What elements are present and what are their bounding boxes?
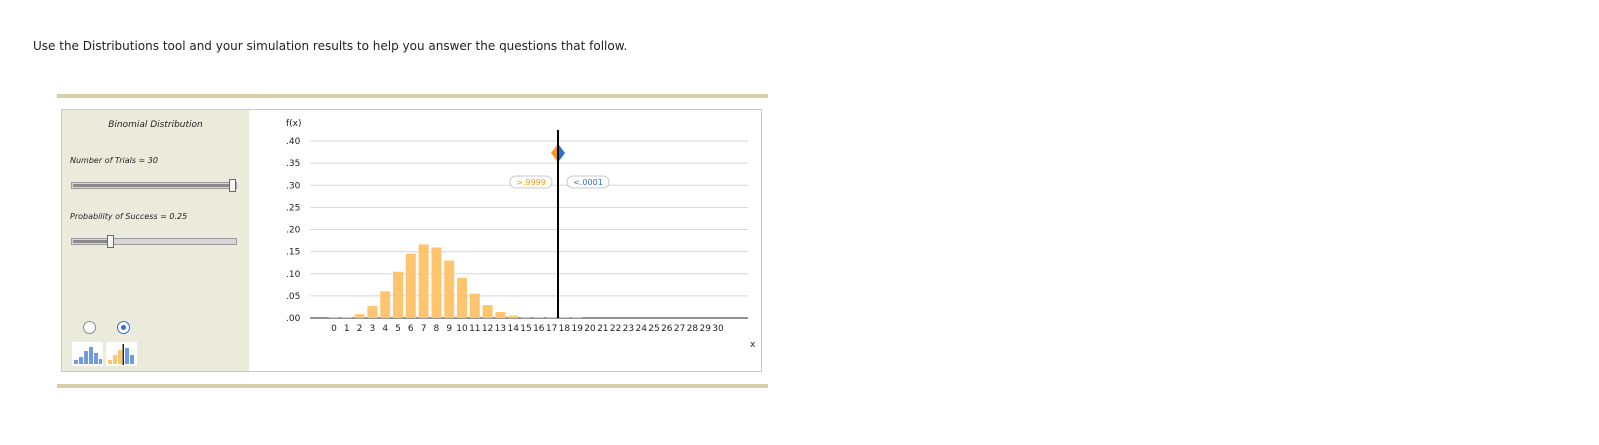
- chart-grid: .40 .35 .30 .25 .20 .15 .10 .05 .00: [286, 137, 748, 324]
- x-axis-ticks: 0 1 2 3 4 5 6 7 8 9 10 11 12 13 14 15 16 17 18 19 20 21 22 23 24…: [331, 324, 724, 334]
- x-tick-label: 29: [699, 324, 711, 334]
- right-area-label: <.0001: [573, 178, 603, 187]
- distributions-tool: Binomial Distribution Number of Trials =…: [61, 109, 762, 372]
- bar-x-4: [380, 291, 391, 318]
- y-axis-label: f(x): [286, 119, 302, 129]
- y-tick-label: .40: [286, 137, 301, 147]
- bar-x-6: [405, 253, 416, 318]
- bar-x-3: [367, 306, 378, 318]
- x-tick-label: 19: [571, 324, 583, 334]
- x-tick-label: 0: [331, 324, 337, 334]
- y-tick-label: .10: [286, 270, 301, 280]
- x-tick-label: 25: [648, 324, 659, 334]
- x-tick-label: 14: [507, 324, 519, 334]
- x-tick-label: 5: [395, 324, 401, 334]
- chart-bars: [329, 244, 583, 318]
- x-tick-label: 30: [712, 324, 724, 334]
- x-tick-label: 26: [661, 324, 673, 334]
- x-tick-label: 1: [344, 324, 350, 334]
- y-tick-label: .15: [286, 248, 300, 258]
- left-area-label: >.9999: [516, 178, 546, 187]
- x-tick-label: 6: [408, 324, 414, 334]
- bar-x-14: [508, 315, 519, 318]
- y-tick-label: .20: [286, 226, 301, 236]
- instruction-text: Use the Distributions tool and your simu…: [33, 39, 628, 53]
- y-tick-label: .25: [286, 203, 300, 213]
- x-tick-label: 12: [482, 324, 493, 334]
- bar-x-2: [354, 314, 365, 318]
- bottom-divider: [57, 384, 768, 388]
- x-tick-label: 22: [610, 324, 621, 334]
- y-tick-label: .05: [286, 292, 300, 302]
- page: Use the Distributions tool and your simu…: [0, 0, 1599, 445]
- bar-x-11: [469, 293, 480, 318]
- binomial-chart: .40.35.30.25.20.15.10.05.00 0 1 2 3 4 5 6 7 8 9 10…: [286, 119, 756, 350]
- x-tick-label: 13: [495, 324, 506, 334]
- x-tick-label: 24: [635, 324, 647, 334]
- bar-x-12: [482, 305, 493, 318]
- cutoff-right-handle[interactable]: [559, 145, 565, 161]
- x-tick-label: 20: [584, 324, 596, 334]
- bar-x-9: [444, 260, 455, 318]
- bar-x-10: [457, 277, 467, 318]
- bar-x-8: [431, 247, 442, 318]
- x-tick-label: 21: [597, 324, 608, 334]
- x-tick-label: 27: [674, 324, 685, 334]
- bar-x-13: [495, 312, 506, 318]
- x-axis-label: x: [750, 340, 756, 350]
- x-tick-label: 7: [421, 324, 427, 334]
- x-tick-label: 3: [370, 324, 376, 334]
- top-divider: [57, 94, 768, 98]
- y-tick-label: .00: [286, 314, 301, 324]
- x-tick-label: 15: [520, 324, 531, 334]
- x-tick-label: 10: [456, 324, 468, 334]
- x-tick-label: 23: [623, 324, 634, 334]
- x-tick-label: 4: [382, 324, 388, 334]
- bar-x-7: [418, 244, 429, 318]
- cutoff-marker[interactable]: >.9999 <.0001: [509, 130, 610, 318]
- cutoff-left-handle[interactable]: [551, 145, 557, 161]
- bar-x-5: [393, 271, 403, 318]
- y-tick-label: .35: [286, 159, 300, 169]
- x-tick-label: 18: [559, 324, 571, 334]
- x-tick-label: 28: [687, 324, 699, 334]
- y-tick-label: .30: [286, 181, 301, 191]
- x-tick-label: 16: [533, 324, 545, 334]
- x-tick-label: 11: [469, 324, 480, 334]
- x-tick-label: 2: [357, 324, 363, 334]
- x-tick-label: 17: [546, 324, 557, 334]
- x-tick-label: 9: [446, 324, 452, 334]
- x-tick-label: 8: [434, 324, 440, 334]
